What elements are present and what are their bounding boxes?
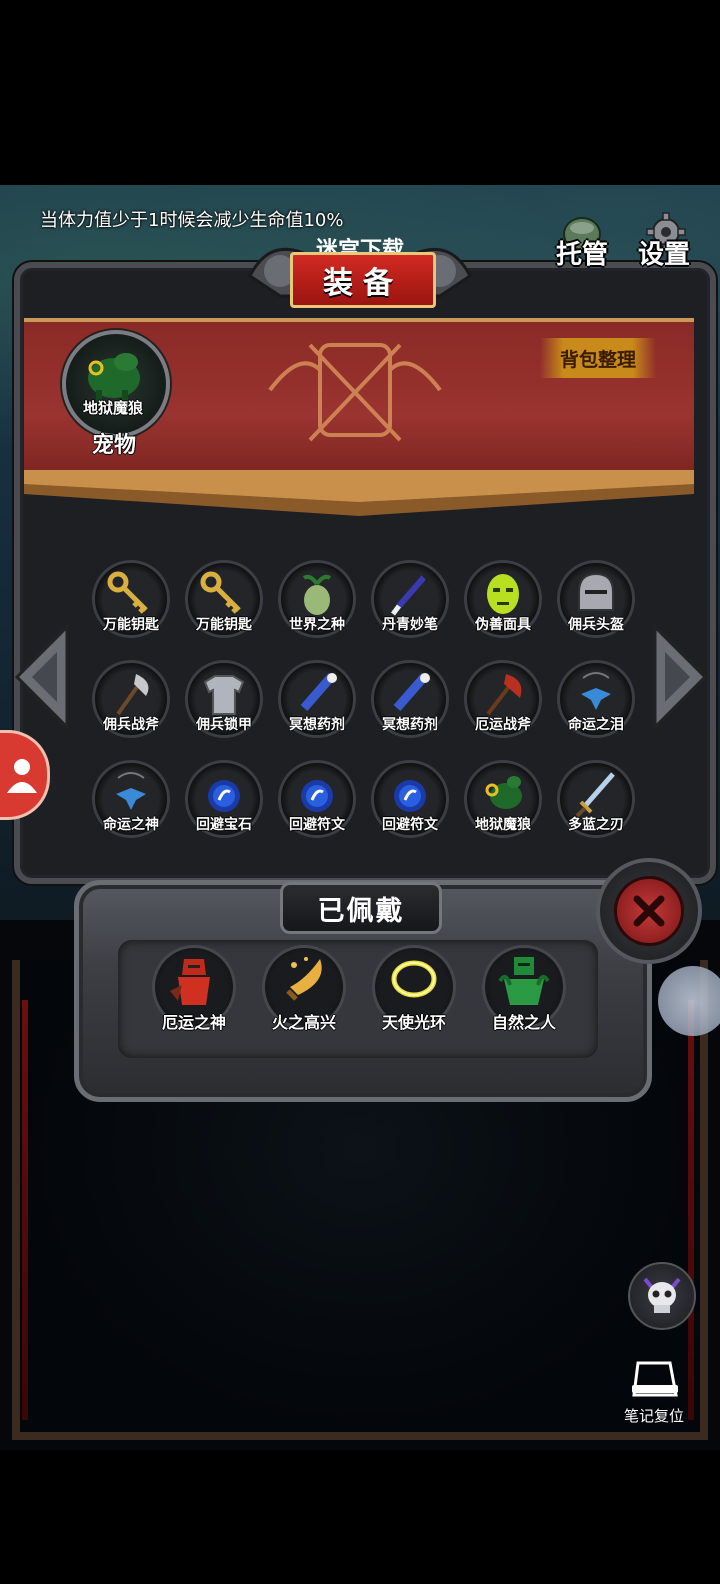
auto-play-label: 托管 [555,240,608,270]
inventory-slot[interactable]: 佣兵锁甲 [185,660,263,738]
inventory-slot[interactable]: 佣兵头盔 [557,560,635,638]
pet-name: 地狱魔狼 [82,399,143,417]
equipped-slot[interactable]: 火之高兴 [262,945,346,1032]
inventory-slot[interactable]: 地狱魔狼 [464,760,542,838]
item-name: 伪善面具 [475,617,531,633]
sort-bag-button[interactable]: 背包整理 [540,338,656,378]
close-icon [614,876,684,946]
item-name: 万能钥匙 [103,617,159,633]
halo-icon [386,951,442,1009]
inventory-slot[interactable]: 回避符文 [371,760,449,838]
equipped-slot[interactable]: 厄运之神 [152,945,236,1032]
inventory-slot[interactable]: 厄运战斧 [464,660,542,738]
key-icon [106,570,156,618]
inventory-slot[interactable]: 回避符文 [278,760,356,838]
equipped-slot[interactable]: 自然之人 [482,945,566,1032]
inventory-slot[interactable]: 万能钥匙 [185,560,263,638]
brush-icon [385,570,435,618]
item-name: 冥想药剂 [289,717,345,733]
skull-icon [643,1277,681,1313]
crossed-swords-emblem [268,343,442,442]
red-knight-icon [166,951,222,1009]
item-name: 回避符文 [289,817,345,833]
seed-icon [292,570,342,618]
item-name: 厄运之神 [161,1013,226,1032]
banner-fringe [24,470,694,516]
item-name: 回避宝石 [196,817,252,833]
key-icon [199,570,249,618]
inventory-slot[interactable]: 佣兵战斧 [92,660,170,738]
skull-button[interactable] [628,1262,696,1330]
axe-icon [106,670,156,718]
chainmail-icon [199,670,249,718]
panel-title: 装备 [323,266,403,301]
sword-icon [571,770,621,818]
equipped-slot[interactable]: 天使光环 [372,945,456,1032]
item-name: 命运之泪 [568,717,624,733]
green-golem-icon [496,951,552,1009]
notes-reset-button[interactable]: 笔记复位 [614,1355,694,1425]
floating-assist-ball[interactable] [658,966,720,1036]
helmet-icon [571,570,621,618]
inventory-slot[interactable]: 回避宝石 [185,760,263,838]
item-name: 火之高兴 [271,1013,336,1032]
item-name: 厄运战斧 [475,717,531,733]
left-rail [22,1000,28,1420]
mask-icon [478,570,528,618]
item-name: 万能钥匙 [196,617,252,633]
item-name: 自然之人 [491,1013,556,1032]
item-name: 天使光环 [381,1013,446,1032]
user-icon [7,759,37,793]
item-name: 佣兵战斧 [103,717,159,733]
blue-gem-icon [199,770,249,818]
potion-icon [385,670,435,718]
amulet-icon [106,770,156,818]
inventory-slot[interactable]: 伪善面具 [464,560,542,638]
item-name: 命运之神 [103,817,159,833]
item-name: 丹青妙笔 [382,617,438,633]
inventory-slot[interactable]: 丹青妙笔 [371,560,449,638]
auto-play-button[interactable]: 托管 [548,212,616,272]
inventory-slot[interactable]: 世界之种 [278,560,356,638]
inventory-slot[interactable]: 命运之泪 [557,660,635,738]
item-name: 佣兵锁甲 [196,717,252,733]
inventory-slot[interactable]: 多蓝之刃 [557,760,635,838]
notebook-icon [632,1361,678,1397]
potion-icon [292,670,342,718]
inventory-slot[interactable]: 冥想药剂 [371,660,449,738]
blue-gem-icon [292,770,342,818]
item-name: 回避符文 [382,817,438,833]
amulet-icon [571,670,621,718]
prev-page-arrow[interactable] [12,622,72,732]
equipped-title: 已佩戴 [280,882,442,934]
item-name: 世界之种 [289,617,345,633]
item-name: 地狱魔狼 [475,817,531,833]
item-name: 冥想药剂 [382,717,438,733]
fire-blade-icon [276,951,332,1009]
next-page-arrow[interactable] [650,622,710,732]
pet-slot[interactable] [62,330,170,438]
settings-label: 设置 [637,240,690,270]
inventory-slot[interactable]: 命运之神 [92,760,170,838]
blue-gem-icon [385,770,435,818]
inventory-grid: 万能钥匙 万能钥匙 世界之种 丹青妙笔 伪善面具 佣兵头盔佣兵战斧 佣兵锁甲 冥想药剂 冥想药剂… [92,560,642,840]
title-plate: 装备 [290,252,436,308]
settings-button[interactable]: 设置 [630,212,698,272]
item-name: 佣兵头盔 [568,617,624,633]
item-name: 多蓝之刃 [568,817,624,833]
pet-label: 宠物 [91,433,136,458]
inventory-slot[interactable]: 万能钥匙 [92,560,170,638]
notes-reset-label: 笔记复位 [623,1407,684,1425]
inventory-slot[interactable]: 冥想药剂 [278,660,356,738]
red-axe-icon [478,670,528,718]
wolf-icon [478,770,528,818]
close-button[interactable] [596,858,702,964]
